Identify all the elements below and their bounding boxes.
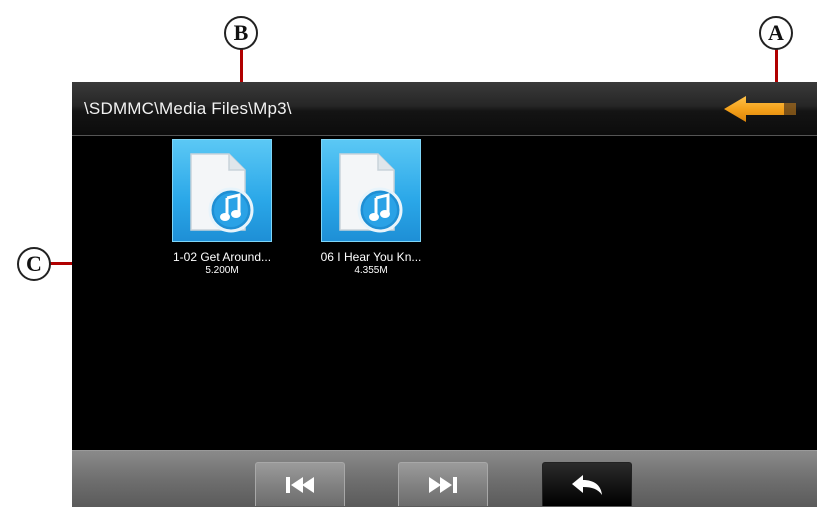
return-icon	[572, 474, 602, 495]
orange-left-arrow-icon	[724, 96, 796, 122]
return-button[interactable]	[542, 462, 632, 506]
previous-track-button[interactable]	[255, 462, 345, 506]
device-screen: \SDMMC\Media Files\Mp3\ 1-02 Get Around.…	[72, 82, 817, 507]
figure-canvas: B A C \SDMMC\Media Files\Mp3\ 1-02 Get A…	[0, 0, 828, 513]
current-path: \SDMMC\Media Files\Mp3\	[84, 99, 292, 118]
file-size: 4.355M	[354, 265, 388, 276]
skip-previous-icon	[286, 476, 314, 493]
callout-c-label: C	[17, 247, 51, 281]
next-track-button[interactable]	[398, 462, 488, 506]
music-file-thumbnail	[321, 139, 421, 242]
back-arrow-button[interactable]	[724, 94, 799, 124]
file-size: 5.200M	[205, 265, 239, 276]
music-file-icon	[190, 153, 254, 233]
file-item[interactable]: 06 I Hear You Kn... 4.355M	[306, 139, 436, 276]
music-file-thumbnail	[172, 139, 272, 242]
callout-b-label: B	[224, 16, 258, 50]
callout-a-label: A	[759, 16, 793, 50]
skip-next-icon	[429, 476, 457, 493]
bottom-toolbar	[72, 450, 817, 507]
file-name: 1-02 Get Around...	[172, 250, 272, 264]
file-name: 06 I Hear You Kn...	[320, 250, 422, 264]
path-bar: \SDMMC\Media Files\Mp3\	[72, 82, 817, 136]
file-item[interactable]: 1-02 Get Around... 5.200M	[157, 139, 287, 276]
music-file-icon	[339, 153, 403, 233]
